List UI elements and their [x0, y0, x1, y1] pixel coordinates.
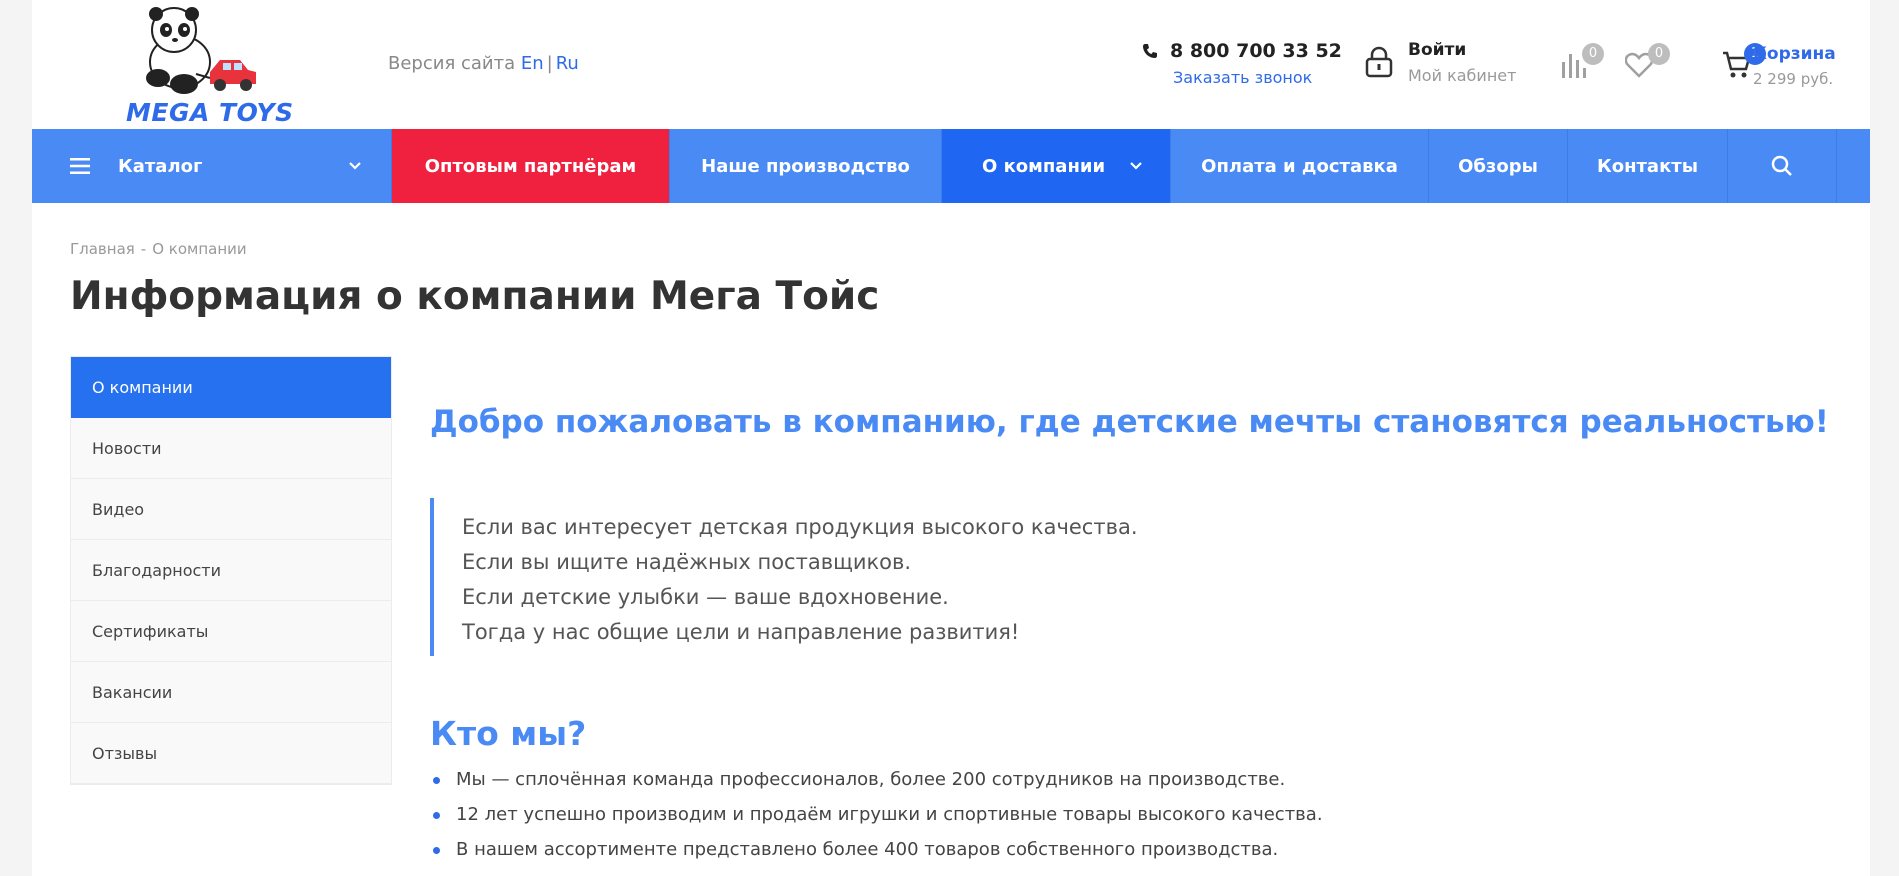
chevron-down-icon [1130, 162, 1142, 170]
sidebar-item-video[interactable]: Видео [71, 479, 391, 540]
nav-search[interactable] [1728, 129, 1837, 203]
breadcrumb-separator: - [140, 240, 147, 258]
welcome-heading: Добро пожаловать в компанию, где детские… [430, 404, 1829, 440]
nav-about-label: О компании [982, 155, 1106, 177]
nav-about[interactable]: О компании [942, 129, 1171, 203]
cart-sum: 2 299 руб. [1753, 70, 1834, 88]
site-version: Версия сайта En | Ru [388, 53, 579, 74]
compare-count-badge: 0 [1582, 43, 1604, 65]
nav-contacts[interactable]: Контакты [1568, 129, 1728, 203]
cart-block[interactable]: Корзина 2 299 руб. [1753, 44, 1836, 88]
chevron-down-icon [349, 162, 361, 170]
phone-icon [1143, 44, 1157, 58]
who-we-are-heading: Кто мы? [430, 714, 587, 753]
quote-line: Если вас интересует детская продукция вы… [462, 515, 1138, 539]
nav-catalog-label: Каталог [118, 155, 203, 177]
lock-icon [1365, 46, 1393, 78]
sidebar-item-thanks[interactable]: Благодарности [71, 540, 391, 601]
phone-number[interactable]: 8 800 700 33 52 [1170, 40, 1342, 62]
login-block[interactable]: Войти Мой кабинет [1364, 40, 1516, 85]
quote-line: Если вы ищите надёжных поставщиков. [462, 550, 912, 574]
phone-block: 8 800 700 33 52 Заказать звонок [1142, 40, 1342, 87]
page-title: Информация о компании Мега Тойс [70, 274, 880, 319]
who-we-are-list: Мы — сплочённая команда профессионалов, … [430, 762, 1323, 867]
quote-line: Тогда у нас общие цели и направление раз… [462, 620, 1020, 644]
sidebar-item-vacancies[interactable]: Вакансии [71, 662, 391, 723]
nav-catalog[interactable]: Каталог [32, 129, 392, 203]
nav-wholesale[interactable]: Оптовым партнёрам [392, 129, 670, 203]
breadcrumb: Главная - О компании [70, 240, 247, 258]
nav-reviews[interactable]: Обзоры [1429, 129, 1568, 203]
burger-menu-icon [70, 158, 90, 174]
sidebar-menu: О компании Новости Видео Благодарности С… [70, 356, 392, 785]
my-account-label[interactable]: Мой кабинет [1408, 66, 1516, 85]
sidebar-item-certificates[interactable]: Сертификаты [71, 601, 391, 662]
sidebar-item-news[interactable]: Новости [71, 418, 391, 479]
lang-separator: | [546, 53, 553, 74]
nav-payment[interactable]: Оплата и доставка [1171, 129, 1429, 203]
login-title[interactable]: Войти [1408, 40, 1516, 60]
list-item: Мы — сплочённая команда профессионалов, … [430, 762, 1323, 797]
breadcrumb-current: О компании [152, 240, 247, 258]
list-item: 12 лет успешно производим и продаём игру… [430, 797, 1323, 832]
sidebar-item-testimonials[interactable]: Отзывы [71, 723, 391, 784]
logo-text: MEGA TOYS [126, 98, 294, 127]
nav-production[interactable]: Наше производство [670, 129, 942, 203]
sidebar-item-about[interactable]: О компании [71, 357, 391, 418]
list-item: В нашем ассортименте представлено более … [430, 832, 1323, 867]
version-label: Версия сайта [388, 53, 516, 74]
callback-link[interactable]: Заказать звонок [1173, 68, 1342, 87]
main-nav: Каталог Оптовым партнёрам Наше производс… [32, 129, 1870, 203]
lang-ru-link[interactable]: Ru [556, 53, 579, 74]
cart-title[interactable]: Корзина [1753, 44, 1836, 64]
quote-line: Если детские улыбки — ваше вдохновение. [462, 585, 949, 609]
breadcrumb-home[interactable]: Главная [70, 240, 135, 258]
page: MEGA TOYS Версия сайта En | Ru 8 800 700 3… [32, 0, 1870, 876]
intro-quote: Если вас интересует детская продукция вы… [430, 498, 1330, 656]
favorites-count-badge: 0 [1648, 43, 1670, 65]
lang-en-link[interactable]: En [521, 53, 544, 74]
search-icon [1771, 155, 1792, 176]
header: MEGA TOYS Версия сайта En | Ru 8 800 700 3… [32, 0, 1870, 129]
